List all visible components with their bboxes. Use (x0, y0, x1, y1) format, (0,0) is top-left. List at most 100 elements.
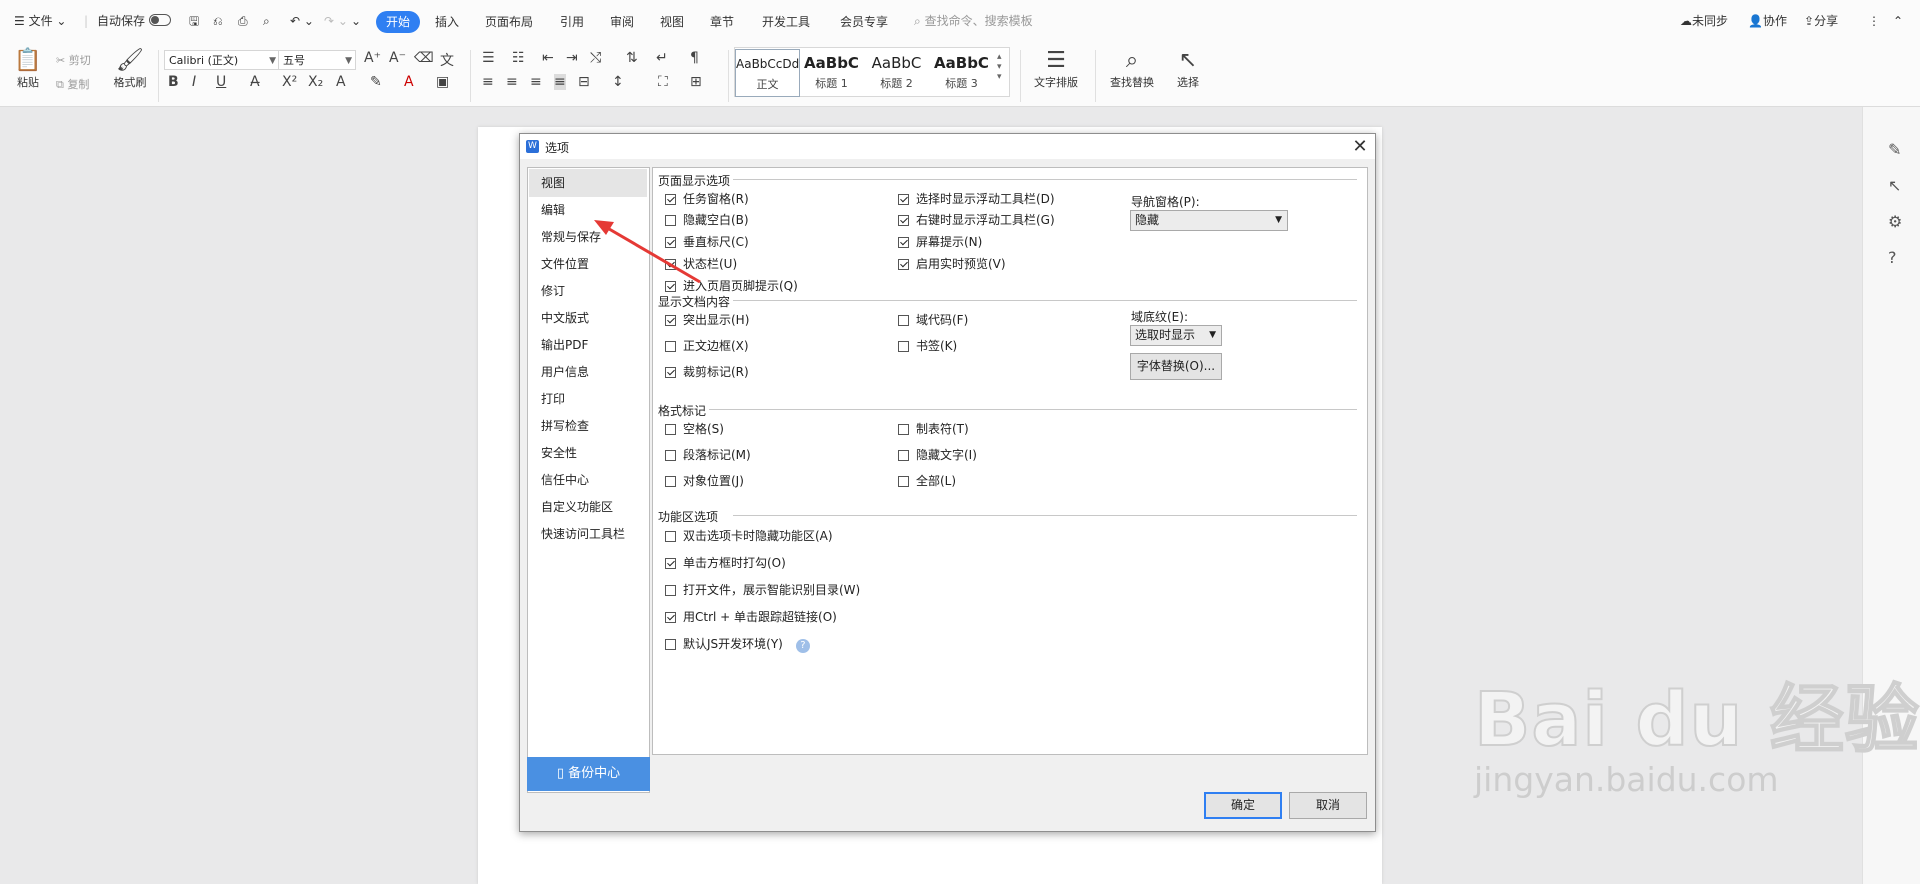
outdent-icon[interactable]: ⇤ (542, 50, 554, 66)
nav-item-general-save[interactable]: 常规与保存 (529, 223, 647, 251)
tab-developer[interactable]: 开发工具 (762, 11, 810, 33)
close-icon[interactable]: ✕ (1349, 136, 1371, 158)
nav-item-quick-access[interactable]: 快速访问工具栏 (529, 520, 647, 548)
checkbox-hide-blank[interactable]: 隐藏空白(B) (665, 211, 749, 229)
grow-font-icon[interactable]: A⁺ (364, 50, 381, 66)
tab-insert[interactable]: 插入 (435, 11, 459, 33)
distribute-icon[interactable]: ⊟ (578, 74, 590, 90)
clear-format-icon[interactable]: ⌫ (414, 50, 434, 66)
tab-home[interactable]: 开始 (376, 11, 421, 33)
font-size-select[interactable]: 五号 ▼ (278, 50, 356, 70)
checkbox-dblclick-hide-ribbon[interactable]: 双击选项卡时隐藏功能区(A) (665, 527, 833, 545)
print-icon[interactable]: ⎙ (238, 11, 248, 31)
font-substitution-button[interactable]: 字体替换(O)... (1130, 353, 1222, 380)
checkbox-smart-toc[interactable]: 打开文件，展示智能识别目录(W) (665, 581, 860, 599)
strikethrough-icon[interactable]: A̶ (250, 74, 260, 90)
tab-member[interactable]: 会员专享 (840, 11, 888, 33)
nav-item-security[interactable]: 安全性 (529, 439, 647, 467)
checkbox-live-preview[interactable]: 启用实时预览(V) (898, 255, 1006, 273)
subscript-icon[interactable]: X₂ (308, 74, 323, 90)
show-marks-icon[interactable]: ¶ (690, 50, 699, 66)
backup-center-button[interactable]: ▯ 备份中心 (527, 757, 650, 791)
phonetic-icon[interactable]: 文 (440, 50, 454, 70)
copy-button[interactable]: ⧉ 复制 (56, 76, 89, 92)
redo-icon[interactable]: ↷ ⌄ (324, 11, 348, 31)
collab-button[interactable]: 👤协作 (1748, 11, 1787, 31)
chinese-layout-icon[interactable]: ⤭ (590, 50, 601, 66)
sort-icon[interactable]: ⇅ (626, 50, 638, 66)
nav-item-spell-check[interactable]: 拼写检查 (529, 412, 647, 440)
nav-item-view[interactable]: 视图 (529, 169, 647, 197)
checkbox-bookmarks[interactable]: 书签(K) (898, 337, 957, 355)
nav-pane-select[interactable]: 隐藏 ▼ (1130, 210, 1288, 231)
checkbox-hidden-text[interactable]: 隐藏文字(I) (898, 446, 977, 464)
sliders-icon[interactable]: ⚙ (1888, 212, 1902, 231)
cancel-button[interactable]: 取消 (1289, 792, 1367, 819)
checkbox-all-marks[interactable]: 全部(L) (898, 472, 956, 490)
underline-icon[interactable]: U (216, 74, 226, 90)
checkbox-task-pane[interactable]: 任务窗格(R) (665, 190, 749, 208)
print-preview-icon[interactable]: ⌕ (263, 11, 270, 31)
tab-references[interactable]: 引用 (560, 11, 584, 33)
superscript-icon[interactable]: X² (282, 74, 297, 90)
style-normal[interactable]: AaBbCcDd 正文 (735, 49, 800, 97)
pen-icon[interactable]: ✎ (1888, 140, 1901, 159)
indent-icon[interactable]: ⇥ (566, 50, 578, 66)
nav-item-chinese-layout[interactable]: 中文版式 (529, 304, 647, 332)
nav-item-customize-ribbon[interactable]: 自定义功能区 (529, 493, 647, 521)
bold-icon[interactable]: B (168, 74, 179, 90)
sync-status[interactable]: ☁未同步 (1680, 11, 1728, 31)
bullets-icon[interactable]: ☰ (482, 50, 495, 66)
nav-item-revision[interactable]: 修订 (529, 277, 647, 305)
more-options-icon[interactable]: ⋮ (1868, 11, 1880, 31)
checkbox-vertical-ruler[interactable]: 垂直标尺(C) (665, 233, 749, 251)
checkbox-field-codes[interactable]: 域代码(F) (898, 311, 968, 329)
tab-page-layout[interactable]: 页面布局 (485, 11, 533, 33)
checkbox-highlight[interactable]: 突出显示(H) (665, 311, 749, 329)
nav-item-export-pdf[interactable]: 输出PDF (529, 331, 647, 359)
checkbox-ctrl-click-link[interactable]: 用Ctrl + 单击跟踪超链接(O) (665, 608, 837, 626)
checkbox-crop-marks[interactable]: 裁剪标记(R) (665, 363, 749, 381)
checkbox-text-boundaries[interactable]: 正文边框(X) (665, 337, 749, 355)
checkbox-paragraph-marks[interactable]: 段落标记(M) (665, 446, 751, 464)
align-center-icon[interactable]: ≡ (506, 74, 518, 90)
highlight-icon[interactable]: ✎ (370, 74, 382, 90)
checkbox-default-js-env[interactable]: 默认JS开发环境(Y)? (665, 635, 810, 653)
nav-item-print[interactable]: 打印 (529, 385, 647, 413)
nav-item-trust-center[interactable]: 信任中心 (529, 466, 647, 494)
font-color-icon[interactable]: A (404, 74, 414, 90)
checkbox-click-box-check[interactable]: 单击方框时打勾(O) (665, 554, 786, 572)
checkbox-screen-tips[interactable]: 屏幕提示(N) (898, 233, 982, 251)
question-icon[interactable]: ? (795, 639, 810, 653)
checkbox-float-toolbar-right-click[interactable]: 右键时显示浮动工具栏(G) (898, 211, 1055, 229)
autosave-toggle[interactable]: 自动保存 (97, 11, 171, 31)
collapse-ribbon-icon[interactable]: ⌃ (1893, 11, 1903, 31)
tab-view[interactable]: 视图 (660, 11, 684, 33)
pointer-icon[interactable]: ↖ (1888, 176, 1901, 195)
checkbox-status-bar[interactable]: 状态栏(U) (665, 255, 737, 273)
checkbox-object-anchors[interactable]: 对象位置(J) (665, 472, 744, 490)
font-family-select[interactable]: Calibri (正文) ▼ (164, 50, 280, 70)
select-button[interactable]: ↖ 选择 (1168, 48, 1208, 90)
tab-chapter[interactable]: 章节 (710, 11, 734, 33)
char-border-icon[interactable]: ▣ (436, 74, 449, 90)
text-effect-icon[interactable]: A (336, 74, 346, 90)
justify-icon[interactable]: ≡ (554, 74, 566, 90)
line-break-icon[interactable]: ↵ (656, 50, 668, 66)
style-heading-1[interactable]: AaBbC 标题 1 (800, 49, 863, 95)
undo-local-icon[interactable]: ⎌ (213, 11, 223, 31)
checkbox-spaces[interactable]: 空格(S) (665, 420, 724, 438)
find-replace-button[interactable]: ⌕ 查找替换 (1102, 48, 1162, 90)
more-icon[interactable]: ⌄ (351, 11, 361, 31)
file-menu[interactable]: ☰ 文件 ⌄ (14, 11, 66, 31)
share-button[interactable]: ⇪分享 (1804, 11, 1838, 31)
align-right-icon[interactable]: ≡ (530, 74, 542, 90)
style-heading-3[interactable]: AaBbC 标题 3 (930, 49, 993, 95)
nav-item-user-info[interactable]: 用户信息 (529, 358, 647, 386)
line-spacing-icon[interactable]: ↕ (612, 74, 624, 90)
cut-button[interactable]: ✂ 剪切 (56, 52, 91, 68)
command-search[interactable]: ⌕ 查找命令、搜索模板 (914, 11, 1033, 31)
gallery-scroll-icon[interactable]: ▴ ▾ ▾ (997, 52, 1002, 82)
help-icon[interactable]: ? (1888, 248, 1897, 267)
numbering-icon[interactable]: ☷ (512, 50, 525, 66)
